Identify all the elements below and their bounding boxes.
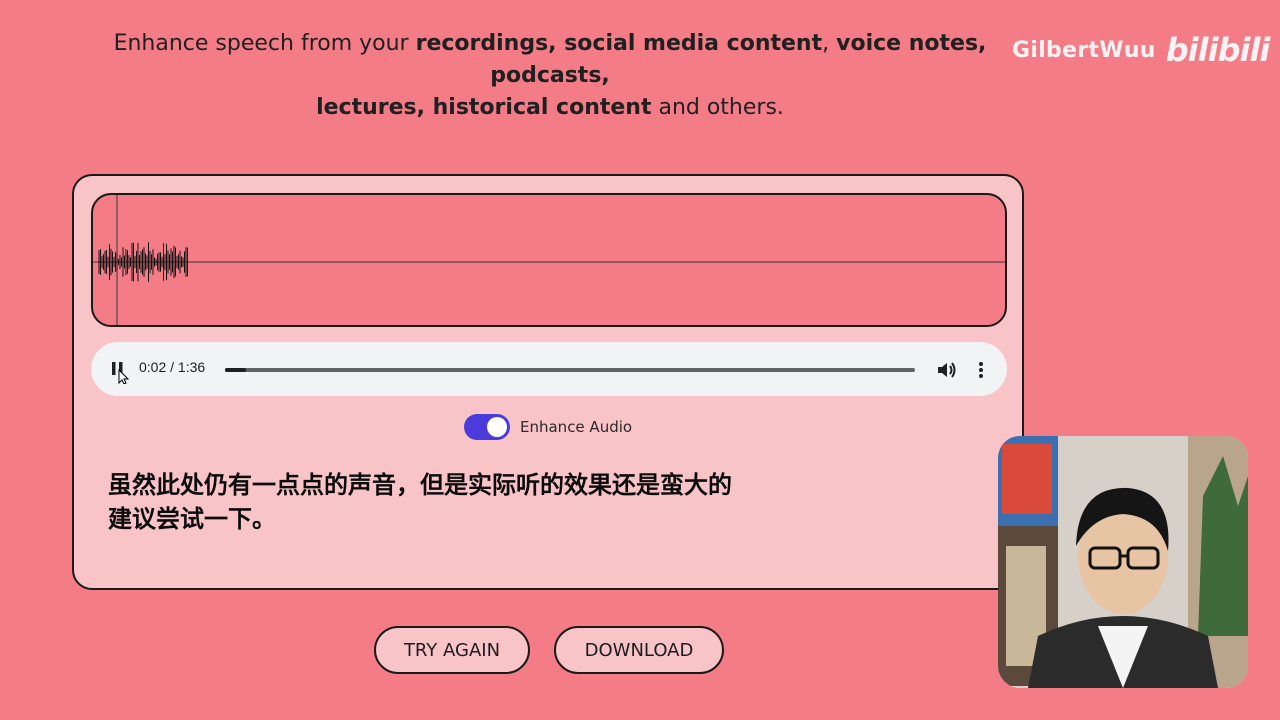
seek-bar-progress — [225, 368, 246, 372]
enhance-audio-label: Enhance Audio — [520, 418, 633, 436]
more-options-button[interactable] — [971, 359, 991, 381]
enhance-audio-toggle-row: Enhance Audio — [464, 412, 632, 442]
waveform-display[interactable] — [91, 193, 1007, 327]
audio-result-card: 0:02 / 1:36 Enhance Audio 虽然此处仍有一点点的声音，但… — [72, 174, 1024, 590]
try-again-button[interactable]: TRY AGAIN — [374, 626, 530, 674]
subtitle-part-bold: lectures, historical content — [316, 95, 652, 120]
webcam-overlay — [998, 436, 1248, 688]
more-vert-icon — [979, 362, 983, 378]
subtitle: Enhance speech from your recordings, soc… — [60, 28, 1040, 124]
webcam-person-image — [998, 436, 1248, 688]
pause-icon — [112, 362, 130, 385]
download-button[interactable]: DOWNLOAD — [554, 626, 724, 674]
subtitle-part: Enhance speech from your — [113, 31, 416, 56]
subtitle-part: , — [822, 31, 837, 56]
audio-player: 0:02 / 1:36 — [91, 342, 1007, 396]
waveform-svg — [93, 195, 1005, 325]
video-watermark: GilbertWuu bilibili — [1012, 30, 1271, 70]
page-title-fragment — [560, 0, 860, 6]
bilibili-logo: bilibili — [1165, 31, 1271, 69]
volume-icon — [938, 362, 956, 378]
volume-button[interactable] — [935, 359, 957, 381]
subtitle-caption: 虽然此处仍有一点点的声音，但是实际听的效果还是蛮大的 建议尝试一下。 — [108, 468, 808, 536]
watermark-name: GilbertWuu — [1012, 37, 1156, 63]
caption-line-1: 虽然此处仍有一点点的声音，但是实际听的效果还是蛮大的 — [108, 471, 732, 499]
time-display: 0:02 / 1:36 — [139, 359, 206, 375]
subtitle-part: and others. — [651, 95, 784, 120]
caption-line-2: 建议尝试一下。 — [108, 505, 276, 533]
subtitle-part-bold: recordings, social media content — [415, 31, 823, 56]
enhance-audio-switch[interactable] — [464, 414, 510, 440]
switch-knob — [487, 417, 507, 437]
pause-button[interactable] — [103, 354, 133, 385]
seek-bar[interactable] — [225, 368, 915, 372]
